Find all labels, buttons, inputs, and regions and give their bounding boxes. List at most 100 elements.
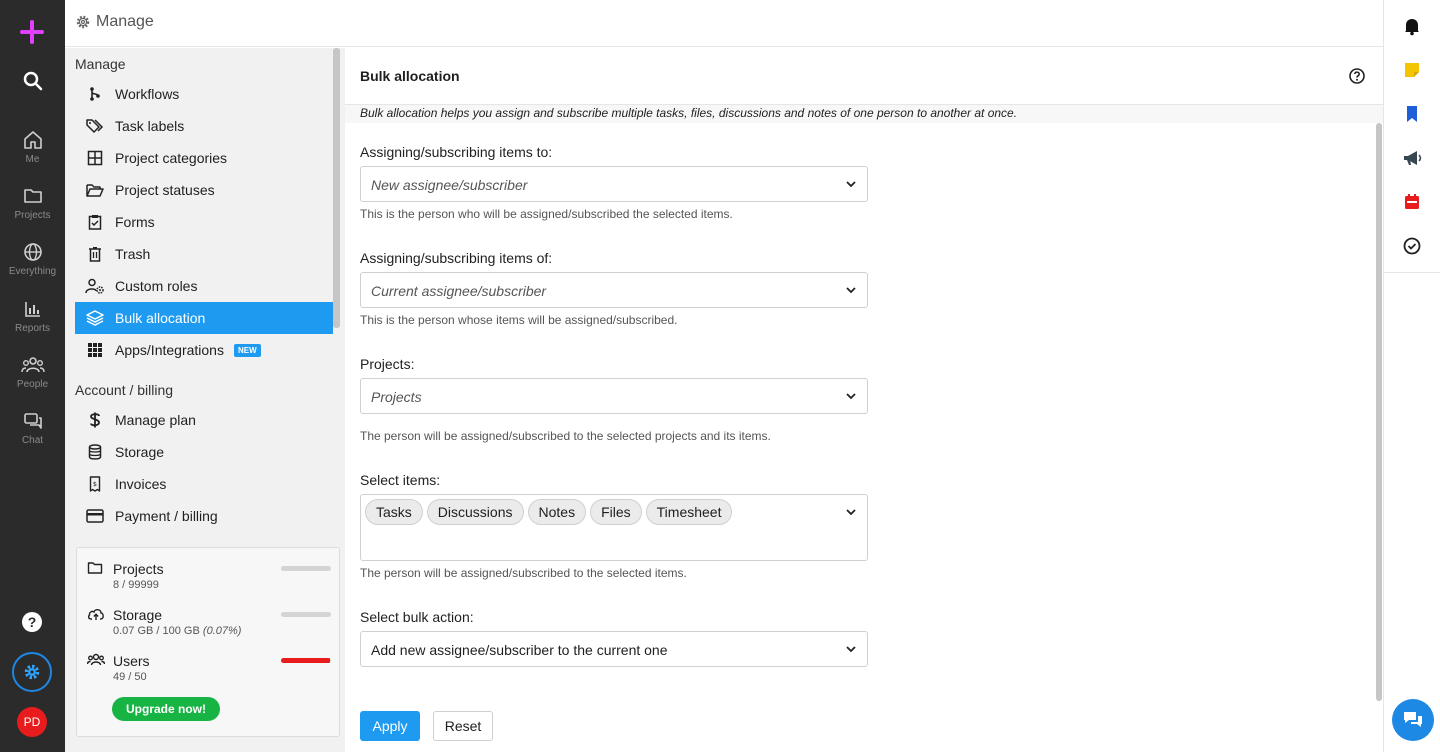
sidebar-item-forms[interactable]: Forms — [75, 206, 333, 238]
sidebar-item-bulk-allocation[interactable]: Bulk allocation — [75, 302, 333, 334]
rail-item-projects[interactable]: Projects — [0, 186, 65, 221]
bulk-action-select[interactable]: Add new assignee/subscriber to the curre… — [360, 631, 868, 667]
sidebar-item-invoices[interactable]: $ Invoices — [75, 468, 333, 500]
select-placeholder: Current assignee/subscriber — [371, 283, 547, 299]
usage-progress-fill — [281, 658, 330, 663]
new-assignee-select[interactable]: New assignee/subscriber — [360, 166, 868, 202]
globe-icon — [23, 243, 42, 261]
apply-button[interactable]: Apply — [360, 711, 420, 741]
projects-select[interactable]: Projects — [360, 378, 868, 414]
search-icon[interactable] — [22, 70, 44, 92]
chevron-down-icon — [846, 393, 856, 400]
sidebar-item-label: Project statuses — [115, 182, 215, 198]
sidebar-item-label: Project categories — [115, 150, 228, 166]
sidebar-item-trash[interactable]: Trash — [75, 238, 333, 270]
avatar[interactable]: PD — [17, 707, 47, 737]
current-assignee-label: Assigning/subscribing items of: — [360, 250, 553, 266]
current-assignee-select[interactable]: Current assignee/subscriber — [360, 272, 868, 308]
sidebar-item-payment-billing[interactable]: Payment / billing — [75, 500, 333, 532]
chip-discussions[interactable]: Discussions — [426, 499, 524, 525]
upgrade-button[interactable]: Upgrade now! — [112, 697, 220, 721]
projects-label: Projects: — [360, 356, 415, 372]
sidebar-item-label: Custom roles — [115, 278, 198, 294]
chevron-down-icon — [846, 287, 856, 294]
folder-icon — [23, 189, 42, 203]
gear-icon — [76, 15, 90, 29]
people-icon — [87, 653, 105, 666]
rail-label-chat: Chat — [21, 435, 44, 446]
usage-value: 8 / 99999 — [113, 579, 159, 591]
invoice-icon: $ — [89, 476, 101, 492]
rail-label-everything: Everything — [8, 266, 57, 277]
chip-notes[interactable]: Notes — [527, 499, 587, 525]
chip-timesheet[interactable]: Timesheet — [645, 499, 733, 525]
rail-item-chat[interactable]: Chat — [0, 411, 65, 446]
sidebar-item-manage-plan[interactable]: Manage plan — [75, 404, 333, 436]
new-assignee-label: Assigning/subscribing items to: — [360, 144, 553, 160]
sidebar-scrollbar[interactable] — [333, 48, 340, 328]
grid-icon — [87, 150, 103, 166]
dollar-icon — [90, 412, 100, 428]
projects-hint: The person will be assigned/subscribed t… — [360, 429, 771, 443]
storage-percent: (0.07%) — [202, 625, 242, 637]
usage-progress-bar — [281, 658, 331, 663]
sidebar-item-storage[interactable]: Storage — [75, 436, 333, 468]
rail-label-projects: Projects — [14, 210, 51, 221]
chip-files[interactable]: Files — [590, 499, 642, 525]
sidebar-item-workflows[interactable]: Workflows — [75, 78, 333, 110]
sidebar-item-custom-roles[interactable]: Custom roles — [75, 270, 333, 302]
chat-icon — [23, 413, 42, 429]
main-scrollbar[interactable] — [1376, 123, 1382, 701]
cloud-upload-icon — [87, 608, 104, 620]
add-new-icon[interactable] — [20, 20, 44, 44]
reset-button[interactable]: Reset — [433, 711, 493, 741]
select-placeholder: Projects — [371, 389, 422, 405]
right-toolbar — [1383, 0, 1440, 752]
select-value: Add new assignee/subscriber to the curre… — [371, 642, 668, 658]
rail-label-me: Me — [25, 154, 40, 165]
bookmark-icon[interactable] — [1402, 104, 1422, 124]
sidebar-item-project-statuses[interactable]: Project statuses — [75, 174, 333, 206]
help-icon[interactable]: ? — [22, 612, 42, 632]
sidebar-item-label: Invoices — [115, 476, 167, 492]
rail-item-me[interactable]: Me — [0, 130, 65, 165]
sidebar-item-task-labels[interactable]: Task labels — [75, 110, 333, 142]
sidebar-item-apps-integrations[interactable]: Apps/Integrations NEW — [75, 334, 333, 366]
sticky-note-icon[interactable] — [1402, 60, 1422, 80]
sidebar-item-label: Manage plan — [115, 412, 196, 428]
page-title: Manage — [96, 13, 154, 30]
rail-label-people: People — [16, 379, 49, 390]
sidebar-item-label: Storage — [115, 444, 165, 460]
home-icon — [23, 131, 42, 149]
rail-item-reports[interactable]: Reports — [0, 299, 65, 334]
new-badge: NEW — [233, 343, 261, 357]
toolbar-divider — [1384, 272, 1440, 273]
sidebar-item-project-categories[interactable]: Project categories — [75, 142, 333, 174]
rail-item-people[interactable]: People — [0, 355, 65, 390]
usage-storage: Storage 0.07 GB / 100 GB (0.07%) — [77, 606, 339, 646]
chat-support-button[interactable] — [1392, 699, 1434, 741]
calendar-icon[interactable] — [1402, 192, 1422, 212]
usage-label: Users — [113, 653, 150, 669]
credit-card-icon — [86, 509, 104, 523]
folder-icon — [87, 562, 103, 574]
bell-icon[interactable] — [1402, 16, 1422, 36]
new-assignee-hint: This is the person who will be assigned/… — [360, 207, 733, 221]
usage-projects: Projects 8 / 99999 — [77, 560, 339, 600]
chip-tasks[interactable]: Tasks — [365, 499, 423, 525]
select-items-multiselect[interactable]: Tasks Discussions Notes Files Timesheet — [360, 494, 868, 561]
trash-icon — [89, 247, 101, 262]
settings-button[interactable] — [12, 652, 52, 692]
megaphone-icon[interactable] — [1402, 148, 1422, 168]
svg-text:$: $ — [93, 480, 97, 488]
intro-text: Bulk allocation helps you assign and sub… — [360, 106, 1018, 120]
current-assignee-hint: This is the person whose items will be a… — [360, 313, 678, 327]
select-placeholder: New assignee/subscriber — [371, 177, 528, 193]
help-circle-icon[interactable] — [1349, 68, 1365, 84]
rail-item-everything[interactable]: Everything — [0, 242, 65, 277]
sidebar-item-label: Forms — [115, 214, 155, 230]
usage-progress-bar — [281, 612, 331, 617]
user-settings-icon — [85, 278, 104, 294]
folder-open-icon — [86, 184, 104, 197]
check-circle-icon[interactable] — [1402, 236, 1422, 256]
